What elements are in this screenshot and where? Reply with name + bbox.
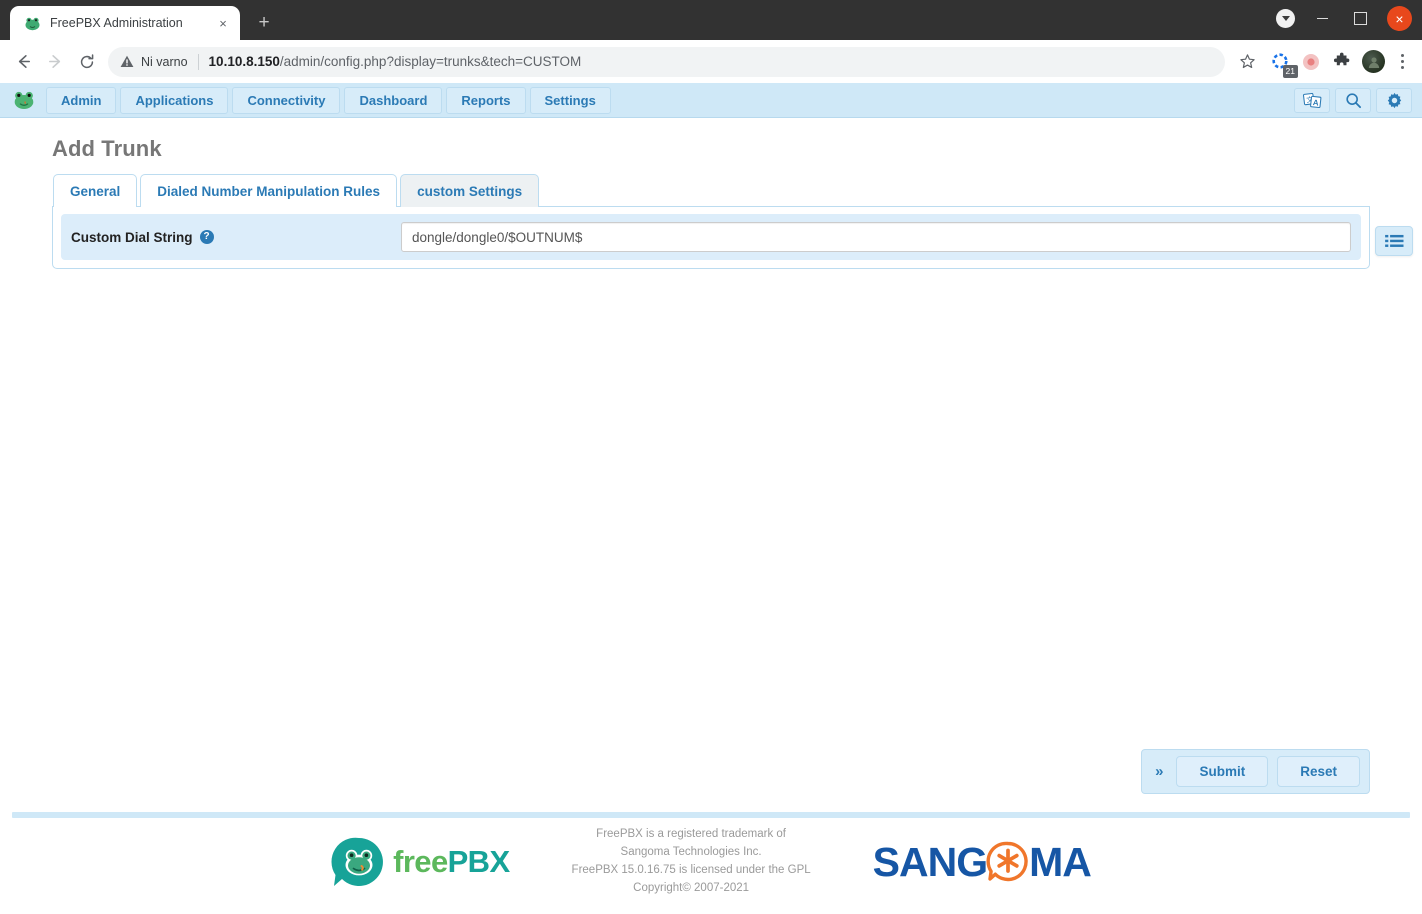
footer-line-4: Copyright© 2007-2021: [633, 881, 750, 894]
browser-titlebar: FreePBX Administration × + ×: [0, 0, 1422, 40]
url-text: 10.10.8.150/admin/config.php?display=tru…: [209, 54, 582, 69]
more-actions-chevron-icon[interactable]: »: [1151, 763, 1167, 780]
extensions-area: 21: [1263, 50, 1385, 78]
sangoma-asterisk-icon: [986, 841, 1028, 882]
gear-icon[interactable]: [1376, 87, 1412, 113]
tab-dialed-number-manipulation-rules[interactable]: Dialed Number Manipulation Rules: [140, 174, 398, 207]
browser-toolbar: Ni varno 10.10.8.150/admin/config.php?di…: [0, 40, 1422, 83]
svg-text:A: A: [1312, 98, 1319, 108]
navbar-items: Admin Applications Connectivity Dashboar…: [46, 86, 611, 114]
translate-icon[interactable]: 文 A: [1294, 87, 1330, 113]
browser-menu-icon[interactable]: [1390, 50, 1414, 74]
page-footer: freePBX FreePBX is a registered trademar…: [0, 818, 1422, 914]
security-status-label: Ni varno: [141, 54, 188, 69]
forward-button[interactable]: [40, 47, 70, 77]
record-extension-icon[interactable]: [1300, 51, 1322, 73]
page-title: Add Trunk: [52, 136, 162, 161]
submit-button[interactable]: Submit: [1176, 756, 1269, 787]
custom-dial-string-label: Custom Dial String ?: [71, 230, 401, 245]
settings-card: Custom Dial String ?: [52, 207, 1413, 269]
window-maximize-button[interactable]: [1349, 8, 1371, 30]
footer-line-1: FreePBX is a registered trademark of: [596, 828, 787, 841]
sangoma-logo: SANG MA: [872, 838, 1092, 886]
url-path: /admin/config.php?display=trunks&tech=CU…: [279, 54, 582, 69]
bookmark-star-icon[interactable]: [1233, 48, 1261, 76]
footer-line-2: Sangoma Technologies Inc.: [620, 846, 762, 859]
not-secure-warning-icon: [120, 55, 134, 68]
tab-custom-settings[interactable]: custom Settings: [400, 174, 540, 207]
freepbx-navbar: Admin Applications Connectivity Dashboar…: [0, 83, 1422, 118]
extension-badge-count: 21: [1282, 65, 1298, 78]
window-controls: ×: [1276, 6, 1414, 31]
reload-button[interactable]: [72, 47, 102, 77]
nav-item-connectivity[interactable]: Connectivity: [232, 86, 341, 114]
footer-logo-pbx: PBX: [447, 844, 511, 879]
freepbx-logo-icon[interactable]: [12, 88, 36, 112]
help-icon[interactable]: ?: [199, 230, 214, 244]
nav-item-dashboard[interactable]: Dashboard: [344, 86, 443, 114]
sync-extension-icon[interactable]: 21: [1269, 51, 1298, 78]
sangoma-text-post: MA: [1029, 838, 1092, 885]
tab-general[interactable]: General: [53, 174, 138, 207]
nav-item-reports[interactable]: Reports: [446, 86, 526, 114]
nav-item-admin[interactable]: Admin: [46, 86, 117, 114]
browser-tab[interactable]: FreePBX Administration ×: [10, 6, 240, 40]
window-chevron-down-icon[interactable]: [1276, 9, 1295, 28]
tab-close-icon[interactable]: ×: [214, 14, 232, 32]
freepbx-favicon-icon: [24, 15, 41, 32]
page-content: Add Trunk General Dialed Number Manipula…: [0, 118, 1422, 812]
window-close-button[interactable]: ×: [1387, 6, 1412, 31]
nav-item-settings[interactable]: Settings: [529, 86, 611, 114]
reset-button[interactable]: Reset: [1277, 756, 1360, 787]
action-buttons-group: » Submit Reset: [1141, 749, 1370, 794]
navbar-right-icons: 文 A: [1294, 87, 1412, 113]
custom-dial-string-input[interactable]: [401, 222, 1351, 252]
nav-item-applications[interactable]: Applications: [120, 86, 229, 114]
form-tabs: General Dialed Number Manipulation Rules…: [52, 174, 1370, 207]
back-button[interactable]: [8, 47, 38, 77]
url-domain: 10.10.8.150: [208, 54, 280, 69]
custom-dial-string-label-text: Custom Dial String: [71, 229, 193, 245]
action-bar: » Submit Reset: [0, 749, 1422, 794]
tabs-container: General Dialed Number Manipulation Rules…: [0, 174, 1422, 207]
sangoma-text-pre: SANG: [872, 838, 988, 885]
address-bar[interactable]: Ni varno 10.10.8.150/admin/config.php?di…: [108, 46, 1225, 77]
browser-window: FreePBX Administration × + × Ni varno 10…: [0, 0, 1422, 914]
custom-dial-string-row: Custom Dial String ?: [61, 214, 1361, 260]
omnibox-divider: [197, 53, 199, 70]
window-minimize-button[interactable]: [1311, 8, 1333, 30]
profile-avatar[interactable]: [1362, 50, 1385, 73]
footer-logo-free: free: [393, 844, 448, 879]
puzzle-extensions-icon[interactable]: [1331, 51, 1353, 73]
search-icon[interactable]: [1335, 87, 1371, 113]
list-view-icon[interactable]: [1375, 226, 1413, 256]
browser-tab-title: FreePBX Administration: [50, 16, 183, 30]
footer-legal-text: FreePBX is a registered trademark of San…: [572, 826, 811, 897]
footer-line-3: FreePBX 15.0.16.75 is licensed under the…: [571, 864, 811, 876]
new-tab-button[interactable]: +: [250, 9, 278, 37]
freepbx-footer-logo: freePBX: [331, 836, 511, 888]
